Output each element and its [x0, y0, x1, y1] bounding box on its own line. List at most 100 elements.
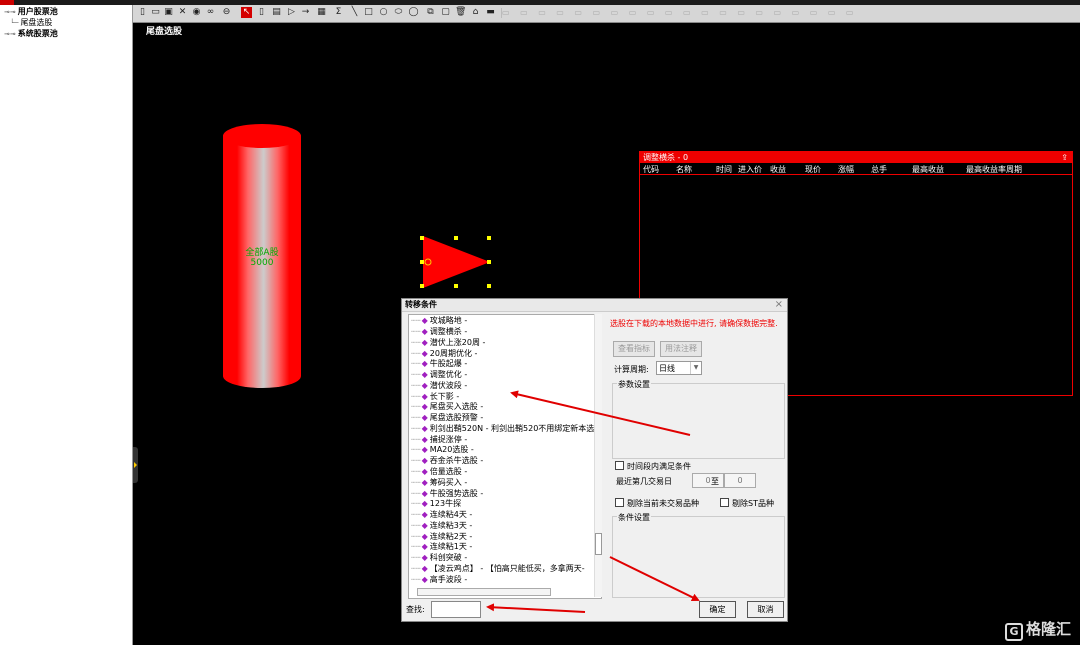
- list-item-label: 调整横杀 -: [429, 327, 468, 336]
- list-item[interactable]: ┄┄◆ 连续粘3天 -: [411, 521, 472, 531]
- play-small-icon[interactable]: ▷: [286, 7, 297, 18]
- time-condition-checkbox[interactable]: 时间段内满足条件: [615, 461, 691, 472]
- play-icon[interactable]: ◉: [191, 7, 202, 18]
- cylinder-label-name: 全部A股: [245, 248, 279, 258]
- tree-item-tail-selection[interactable]: └─ 尾盘选股: [10, 18, 52, 28]
- list-item[interactable]: ┄┄◆ 调整优化 -: [411, 370, 467, 380]
- list-item[interactable]: ┄┄◆ 牛股强势选股 -: [411, 489, 483, 499]
- pointer-icon[interactable]: ↖: [241, 7, 252, 18]
- search-input[interactable]: [431, 601, 481, 618]
- list-item[interactable]: ┄┄◆ 【凌云鸡点】 - 【怕高只能低买，多拿两天-: [411, 564, 585, 574]
- view-indicator-button[interactable]: 查看指标: [613, 341, 655, 357]
- formula-list[interactable]: ┄┄◆ 攻城略地 - ┄┄◆ 调整横杀 - ┄┄◆ 潜伏上涨20周 - ┄┄◆ 20周期…: [408, 314, 602, 599]
- circle-icon[interactable]: ○: [378, 7, 389, 18]
- copy-icon[interactable]: ⧉: [425, 7, 436, 18]
- list-item[interactable]: ┄┄◆ 吞金杀牛选股 -: [411, 456, 483, 466]
- oval-icon[interactable]: ◯: [408, 7, 419, 18]
- list-item-label: 【凌云鸡点】 - 【怕高只能低买，多拿两天-: [429, 563, 585, 573]
- col-time[interactable]: 时间: [716, 164, 732, 175]
- col-change[interactable]: 涨幅: [838, 164, 854, 175]
- list-item[interactable]: ┄┄◆ 尾盘选股预警 -: [411, 413, 483, 423]
- list-item[interactable]: ┄┄◆ 捕捉涨停 -: [411, 435, 467, 445]
- list-item[interactable]: ┄┄◆ 科创突破 -: [411, 553, 467, 563]
- list-item[interactable]: ┄┄◆ 高手波段 -: [411, 575, 467, 585]
- col-price[interactable]: 现价: [805, 164, 821, 175]
- list-item[interactable]: ┄┄◆ 连续粘2天 -: [411, 532, 472, 542]
- file-icon[interactable]: ▯: [137, 7, 148, 18]
- day-from-input[interactable]: 0: [692, 473, 724, 488]
- list-item[interactable]: ┄┄◆ 尾盘买入选股 -: [411, 402, 483, 412]
- diamond-icon: ◆: [421, 423, 428, 433]
- list-item[interactable]: ┄┄◆ 连续粘1天 -: [411, 542, 472, 552]
- tree-branch-icon: ┄┄: [411, 423, 421, 433]
- tree-branch-icon: ┄┄: [411, 553, 421, 563]
- list-item[interactable]: ┄┄◆ 潜伏波段 -: [411, 381, 467, 391]
- exclude-untraded-checkbox[interactable]: 剔除当前未交易品种: [615, 498, 699, 509]
- open-icon[interactable]: ▭: [150, 7, 161, 18]
- list-item[interactable]: ┄┄◆ 潜伏上涨20周 -: [411, 338, 485, 348]
- arrow-right-icon[interactable]: →: [300, 7, 311, 18]
- list-item[interactable]: ┄┄◆ 利剑出鞘520N - 利剑出鞘520不用绑定新本选: [411, 424, 594, 434]
- condition-triangle[interactable]: [420, 236, 495, 292]
- rect-icon[interactable]: ▯: [256, 7, 267, 18]
- dash-icon[interactable]: ▬: [485, 7, 496, 18]
- list-scroll-thumb[interactable]: [595, 533, 602, 555]
- diamond-icon: ◆: [421, 337, 428, 347]
- list-item[interactable]: ┄┄◆ 牛股起爆 -: [411, 359, 467, 369]
- collapse-handle[interactable]: [133, 447, 138, 483]
- list-item[interactable]: ┄┄◆ 调整横杀 -: [411, 327, 467, 337]
- link-icon[interactable]: ∞: [205, 7, 216, 18]
- formula-icon[interactable]: Σ: [333, 7, 344, 18]
- col-max-return-period[interactable]: 最高收益率周期: [966, 164, 1022, 175]
- tree-item-user-pool[interactable]: ⊸⊸ 用户股票池: [4, 7, 58, 17]
- list-item[interactable]: ┄┄◆ 攻城略地 -: [411, 316, 467, 326]
- col-return[interactable]: 收益: [770, 164, 786, 175]
- to-label: 至: [711, 477, 719, 486]
- cylinder-top: [223, 124, 301, 148]
- list-item-label: 连续粘3天 -: [429, 520, 473, 530]
- paste-icon[interactable]: ▢: [440, 7, 451, 18]
- minus-icon[interactable]: ⊖: [221, 7, 232, 18]
- square-icon[interactable]: □: [363, 7, 374, 18]
- list-item-label: 连续粘1天 -: [429, 542, 473, 552]
- exclude-st-checkbox[interactable]: 剔除ST品种: [720, 498, 774, 509]
- trash-icon[interactable]: 🗑: [455, 7, 466, 18]
- period-select[interactable]: 日线 ▼: [656, 361, 702, 375]
- list-item[interactable]: ┄┄◆ MA20选股 -: [411, 445, 474, 455]
- pin-icon[interactable]: ⇪: [1061, 152, 1068, 163]
- list-item[interactable]: ┄┄◆ 筹码买入 -: [411, 478, 467, 488]
- list-item[interactable]: ┄┄◆ 123牛探: [411, 499, 461, 509]
- diamond-icon: ◆: [421, 434, 428, 444]
- delete-icon[interactable]: ✕: [177, 7, 188, 18]
- list-item[interactable]: ┄┄◆ 长下影 -: [411, 392, 459, 402]
- tree-item-system-pool[interactable]: ⊸⊸ 系统股票池: [4, 29, 58, 39]
- period-label: 计算周期:: [614, 365, 649, 374]
- col-volume[interactable]: 总手: [871, 164, 887, 175]
- panel-title: 调整横杀 - 0 ⇪: [640, 152, 1072, 163]
- list-item[interactable]: ┄┄◆ 连续粘4天 -: [411, 510, 472, 520]
- col-max-return[interactable]: 最高收益: [912, 164, 944, 175]
- list-item-label: 123牛探: [429, 499, 462, 509]
- line-icon[interactable]: ╲: [349, 7, 360, 18]
- day-to-input[interactable]: 0: [724, 473, 756, 488]
- ellipse-icon[interactable]: ⬭: [393, 7, 404, 18]
- table-icon[interactable]: ▦: [316, 7, 327, 18]
- lock-icon[interactable]: ⌂: [470, 7, 481, 18]
- list-horizontal-scrollbar[interactable]: [417, 588, 551, 596]
- param-group-label: 参数设置: [617, 379, 651, 390]
- watermark-text: 格隆汇: [1026, 620, 1072, 638]
- list-item[interactable]: ┄┄◆ 倍量选股 -: [411, 467, 467, 477]
- list-item[interactable]: ┄┄◆ 20周期优化 -: [411, 349, 477, 359]
- col-name[interactable]: 名称: [676, 164, 692, 175]
- cancel-button[interactable]: 取消: [747, 601, 784, 618]
- tree-branch-icon: ┄┄: [411, 337, 421, 347]
- col-code[interactable]: 代码: [643, 164, 659, 175]
- calc-icon[interactable]: ▤: [271, 7, 282, 18]
- condition-group: 条件设置: [612, 512, 785, 598]
- col-entry-price[interactable]: 进入价: [738, 164, 762, 175]
- usage-notes-button[interactable]: 用法注释: [660, 341, 702, 357]
- tree-branch-icon: ┄┄: [411, 434, 421, 444]
- close-icon[interactable]: ×: [775, 299, 783, 311]
- ok-button[interactable]: 确定: [699, 601, 736, 618]
- save-icon[interactable]: ▣: [163, 7, 174, 18]
